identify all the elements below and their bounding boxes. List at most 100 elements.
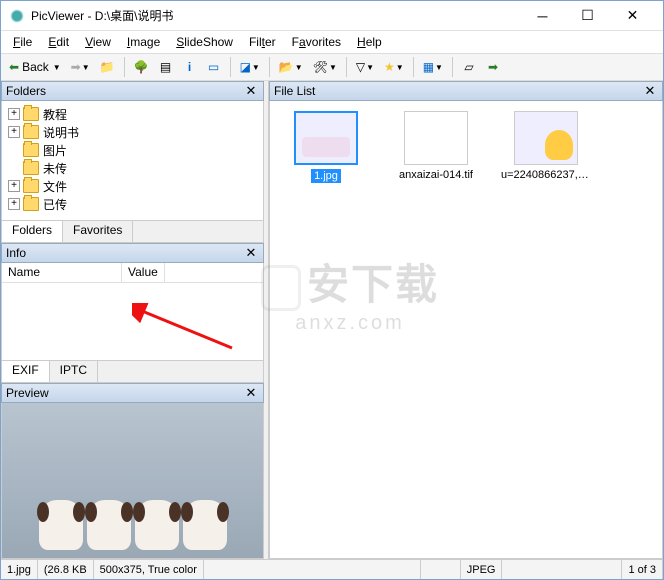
go-icon: ➡ [488,60,498,74]
tree-node[interactable]: 图片 [4,141,261,159]
tab-iptc[interactable]: IPTC [50,361,98,382]
tool-button[interactable]: 🛠▼ [309,56,341,78]
view-mode-button[interactable]: ◪▼ [236,56,264,78]
action2-button[interactable]: ➡ [482,56,504,78]
tree-node[interactable]: +文件 [4,177,261,195]
menu-edit[interactable]: Edit [40,33,77,51]
app-icon [9,8,25,24]
open-button[interactable]: 📂▼ [275,56,307,78]
list-button[interactable]: ▤ [155,56,177,78]
status-size: (26.8 KB [38,560,94,579]
back-arrow-icon: ⬅ [9,60,19,74]
right-column: File List ✕ 1.jpg anxaizai-014.tif u=224… [268,81,663,559]
file-thumb[interactable]: 1.jpg [280,111,372,183]
folder-icon [23,107,39,121]
folder-icon [23,179,39,193]
tree-button[interactable]: 🌳 [130,56,153,78]
preview-button[interactable]: ▭ [203,56,225,78]
folders-close-icon[interactable]: ✕ [243,83,259,99]
info-button[interactable]: i [179,56,201,78]
file-thumb[interactable]: u=2240866237,2... [500,111,592,181]
tab-folders[interactable]: Folders [2,221,63,242]
filelist-title: File List [274,84,642,98]
status-dims: 500x375, True color [94,560,204,579]
folder-tree[interactable]: +教程 +说明书 图片 未传 +文件 +已传 [1,101,264,221]
preview-title: Preview [6,386,243,400]
expand-icon[interactable]: + [8,198,20,210]
preview-image[interactable] [1,403,264,559]
status-count: 1 of 3 [622,560,663,579]
grid-icon: ▦ [423,60,434,74]
info-title: Info [6,246,243,260]
thumb-label: 1.jpg [311,169,341,183]
filelist-header: File List ✕ [269,81,663,101]
status-spacer2 [502,560,622,579]
menu-view[interactable]: View [77,33,119,51]
main-area: Folders ✕ +教程 +说明书 图片 未传 +文件 +已传 Folders… [1,81,663,559]
thumb-image [294,111,358,165]
open-icon: 📂 [279,60,294,74]
info-col-value[interactable]: Value [122,263,165,282]
tree-node[interactable]: +已传 [4,195,261,213]
maximize-button[interactable]: ☐ [565,2,610,30]
file-thumb[interactable]: anxaizai-014.tif [390,111,482,181]
filter-button[interactable]: ▽▼ [352,56,378,78]
folder-icon [23,161,39,175]
tree-node[interactable]: +教程 [4,105,261,123]
menu-favorites[interactable]: Favorites [284,33,349,51]
menu-file[interactable]: File [5,33,40,51]
menu-bar: File Edit View Image SlideShow Filter Fa… [1,31,663,53]
back-button[interactable]: ⬅ Back ▼ [5,56,65,78]
minimize-button[interactable]: ─ [520,2,565,30]
up-folder-icon: 📁 [100,60,115,74]
menu-image[interactable]: Image [119,33,168,51]
dropdown-icon: ▼ [53,63,61,72]
tab-exif[interactable]: EXIF [2,361,50,382]
status-file: 1.jpg [1,560,38,579]
tab-favorites[interactable]: Favorites [63,221,133,242]
funnel-icon: ▽ [356,60,365,74]
folders-title: Folders [6,84,243,98]
close-button[interactable]: ✕ [610,2,655,30]
preview-panel: Preview ✕ [1,383,264,559]
folder-icon [23,125,39,139]
tool-icon: 🛠 [313,60,328,74]
left-tabs: Folders Favorites [1,221,264,243]
info-grid: Name Value [1,263,264,361]
view-icon: ◪ [240,60,251,74]
folder-icon [23,143,39,157]
toolbar: ⬅ Back ▼ ➡▼ 📁 🌳 ▤ i ▭ ◪▼ 📂▼ 🛠▼ ▽▼ ★▼ ▦▼ … [1,53,663,81]
up-button[interactable]: 📁 [96,56,119,78]
expand-icon[interactable]: + [8,126,20,138]
info-col-name[interactable]: Name [2,263,122,282]
tree-node[interactable]: +说明书 [4,123,261,141]
thumb-image [404,111,468,165]
thumb-image [514,111,578,165]
menu-filter[interactable]: Filter [241,33,284,51]
info-close-icon[interactable]: ✕ [243,245,259,261]
forward-button[interactable]: ➡▼ [67,56,94,78]
folder-icon [23,197,39,211]
folders-header: Folders ✕ [1,81,264,101]
preview-close-icon[interactable]: ✕ [243,385,259,401]
expand-icon[interactable]: + [8,180,20,192]
tree-icon: 🌳 [134,60,149,74]
forward-arrow-icon: ➡ [71,60,81,74]
preview-icon: ▭ [208,60,219,74]
thumb-label: u=2240866237,2... [501,169,591,181]
favorite-button[interactable]: ★▼ [380,56,408,78]
action1-button[interactable]: ▱ [458,56,480,78]
thumbs-button[interactable]: ▦▼ [419,56,447,78]
expand-icon[interactable]: + [8,108,20,120]
status-bar: 1.jpg (26.8 KB 500x375, True color JPEG … [1,559,663,579]
tree-node[interactable]: 未传 [4,159,261,177]
status-format: JPEG [461,560,503,579]
menu-help[interactable]: Help [349,33,390,51]
left-column: Folders ✕ +教程 +说明书 图片 未传 +文件 +已传 Folders… [1,81,264,559]
filelist-close-icon[interactable]: ✕ [642,83,658,99]
file-list[interactable]: 1.jpg anxaizai-014.tif u=2240866237,2... [269,101,663,559]
info-panel: Info ✕ Name Value EXIF IPTC [1,243,264,383]
title-bar: PicViewer - D:\桌面\说明书 ─ ☐ ✕ [1,1,663,31]
menu-slideshow[interactable]: SlideShow [168,33,241,51]
slide-icon: ▱ [464,60,473,74]
